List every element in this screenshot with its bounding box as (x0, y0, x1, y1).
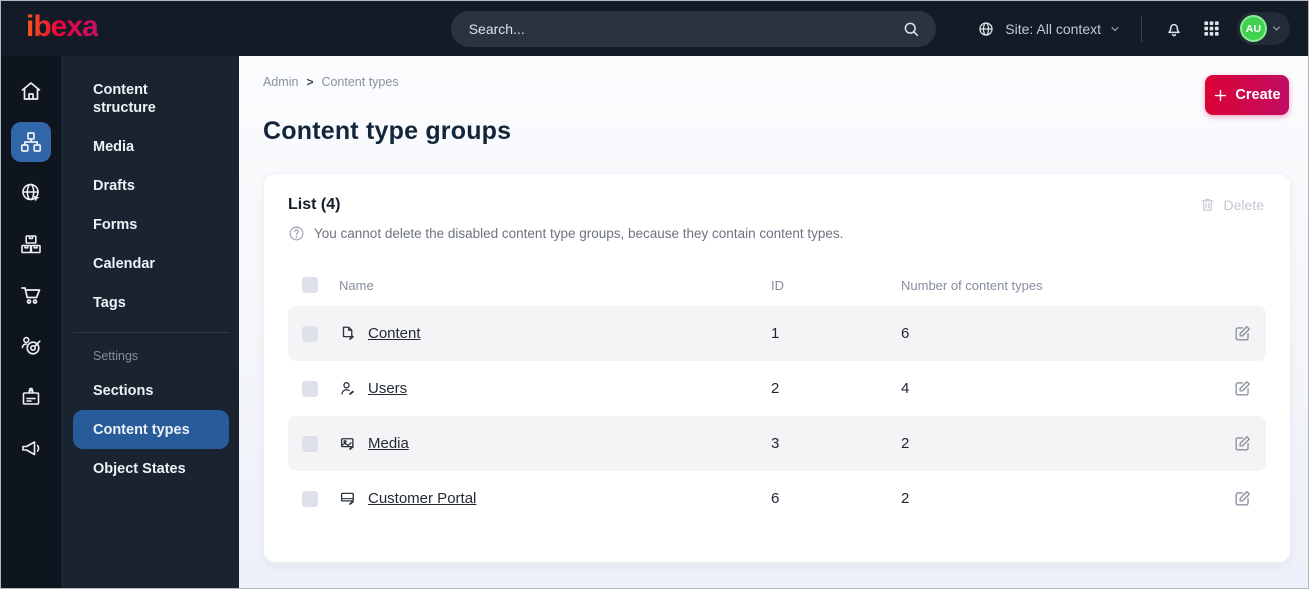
avatar: AU (1240, 15, 1267, 42)
user-menu[interactable]: AU (1237, 12, 1290, 45)
badge-icon[interactable] (11, 377, 51, 417)
help-question-icon (288, 225, 305, 242)
breadcrumb-content-types[interactable]: Content types (321, 75, 398, 89)
table-row: Users 2 4 (288, 361, 1266, 416)
group-link-users[interactable]: Users (368, 380, 407, 397)
table-row: Media 3 2 (288, 416, 1266, 471)
content-type-groups-table: Name ID Number of content types Content … (288, 264, 1266, 526)
notifications-bell-icon[interactable] (1162, 17, 1186, 41)
edit-icon[interactable] (1212, 379, 1252, 398)
group-link-content[interactable]: Content (368, 325, 421, 342)
chevron-down-icon (1109, 23, 1121, 35)
breadcrumb-separator: > (306, 75, 314, 89)
menu-divider (73, 332, 229, 333)
row-id: 6 (771, 490, 780, 507)
page-title: Content type groups (263, 117, 512, 145)
content-structure-icon[interactable] (11, 122, 51, 162)
app-grid-icon[interactable] (1200, 17, 1223, 40)
main-content: Admin > Content types Create Content typ… (239, 56, 1308, 588)
products-boxes-icon[interactable] (11, 224, 51, 264)
row-id: 3 (771, 435, 780, 452)
header-count: Number of content types (901, 277, 1043, 293)
create-button-label: Create (1235, 87, 1281, 103)
edit-icon[interactable] (1212, 489, 1252, 508)
sidebar-item-tags[interactable]: Tags (73, 283, 229, 322)
delete-button[interactable]: Delete (1199, 196, 1264, 213)
sidebar-item-content-types[interactable]: Content types (73, 410, 229, 449)
sidebar-item-content-structure[interactable]: Content structure (73, 70, 229, 127)
campaign-megaphone-icon[interactable] (11, 428, 51, 468)
site-context-selector[interactable]: Site: All context (975, 18, 1121, 40)
row-checkbox[interactable] (302, 380, 318, 397)
content-type-groups-card: List (4) You cannot delete the disabled … (263, 173, 1291, 563)
edit-icon[interactable] (1212, 434, 1252, 453)
globe-icon (975, 18, 997, 40)
plus-icon (1213, 88, 1228, 103)
info-row: You cannot delete the disabled content t… (288, 225, 1266, 242)
settings-section-label: Settings (93, 349, 139, 363)
row-checkbox[interactable] (302, 490, 318, 507)
personalization-target-icon[interactable] (11, 326, 51, 366)
search-icon[interactable] (900, 18, 922, 40)
trash-icon (1199, 196, 1216, 213)
site-context-label: Site: All context (1005, 20, 1101, 37)
search-input[interactable] (468, 20, 900, 37)
sidebar-item-drafts[interactable]: Drafts (73, 166, 229, 205)
content-file-icon (339, 325, 357, 343)
commerce-cart-icon[interactable] (11, 275, 51, 315)
table-row: Customer Portal 6 2 (288, 471, 1266, 526)
group-link-customer-portal[interactable]: Customer Portal (368, 490, 476, 507)
row-id: 1 (771, 325, 780, 342)
breadcrumb-admin[interactable]: Admin (263, 75, 298, 89)
list-title: List (4) (288, 196, 341, 213)
sidebar-menu: Content structure Media Drafts Forms Cal… (61, 56, 239, 588)
header-id: ID (771, 277, 784, 293)
row-count: 4 (901, 380, 910, 397)
site-globe-icon[interactable] (11, 173, 51, 213)
home-icon[interactable] (11, 71, 51, 111)
topbar-right-cluster: Site: All context AU (975, 12, 1290, 45)
sidebar-item-object-states[interactable]: Object States (73, 449, 229, 488)
row-checkbox[interactable] (302, 435, 318, 452)
info-text: You cannot delete the disabled content t… (314, 226, 844, 241)
sidebar-item-media[interactable]: Media (73, 127, 229, 166)
table-header-row: Name ID Number of content types (288, 264, 1266, 306)
media-image-icon (339, 435, 357, 453)
topbar: ibexa Site: All context (1, 1, 1308, 56)
table-row: Content 1 6 (288, 306, 1266, 361)
customer-portal-monitor-icon (339, 490, 357, 508)
sidebar-item-calendar[interactable]: Calendar (73, 244, 229, 283)
users-person-icon (339, 380, 357, 398)
ibexa-logo[interactable]: ibexa (26, 11, 99, 46)
icon-rail (1, 56, 61, 588)
delete-button-label: Delete (1223, 196, 1264, 213)
row-count: 6 (901, 325, 910, 342)
sidebar-item-forms[interactable]: Forms (73, 205, 229, 244)
breadcrumb: Admin > Content types (263, 75, 1291, 89)
ibexa-admin-window: ibexa Site: All context (0, 0, 1309, 589)
global-search[interactable] (450, 10, 936, 47)
row-checkbox[interactable] (302, 325, 318, 342)
create-button[interactable]: Create (1205, 75, 1289, 115)
sidebar-item-sections[interactable]: Sections (73, 371, 229, 410)
edit-icon[interactable] (1212, 324, 1252, 343)
row-count: 2 (901, 435, 910, 452)
header-name: Name (339, 277, 374, 293)
topbar-divider (1141, 15, 1142, 42)
select-all-checkbox[interactable] (302, 277, 318, 293)
row-count: 2 (901, 490, 910, 507)
row-id: 2 (771, 380, 780, 397)
group-link-media[interactable]: Media (368, 435, 409, 452)
chevron-down-icon (1271, 23, 1282, 34)
